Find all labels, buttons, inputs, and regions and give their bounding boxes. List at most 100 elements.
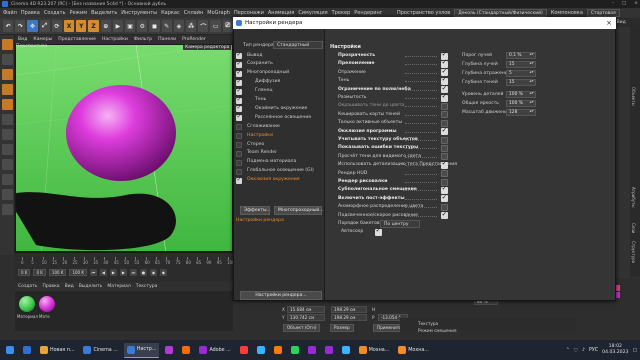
render-settings-button[interactable]: Настройки рендера... — [240, 291, 322, 300]
scale-icon[interactable]: ⤢ — [39, 20, 50, 32]
menu-tools[interactable]: Инструменты — [121, 10, 157, 16]
preview-end-field[interactable]: 100 K — [69, 268, 87, 276]
chevron-up-icon[interactable]: ⌃ — [566, 348, 570, 353]
stepper-icon[interactable]: ▴▾ — [528, 70, 535, 77]
viewport-menu-panel[interactable]: Панели — [158, 37, 176, 42]
snap-icon[interactable] — [1, 129, 13, 140]
subdivision-icon[interactable]: ◈ — [173, 20, 185, 32]
render-list-checkbox[interactable] — [236, 150, 242, 157]
prev-key-icon[interactable]: ◀ — [99, 268, 107, 276]
render-list-checkbox[interactable] — [236, 159, 242, 166]
render-list-item[interactable]: Подмена материала — [247, 159, 296, 164]
render-list-item[interactable]: Многопроходный — [247, 70, 289, 75]
menu-simulate[interactable]: Симуляция — [298, 10, 327, 16]
viewport-menu-display[interactable]: Представление — [58, 37, 96, 42]
renderer-select[interactable]: Стандартный — [273, 41, 323, 49]
render-list-item[interactable]: Настройки — [247, 133, 273, 138]
first-frame-icon[interactable]: ⏮ — [89, 268, 97, 276]
render-list-checkbox[interactable] — [236, 51, 242, 59]
floor-icon[interactable]: ▭ — [210, 20, 221, 32]
minimize-icon[interactable]: – — [612, 0, 614, 8]
axis-z-button[interactable]: Z — [88, 20, 99, 32]
render-list-checkbox[interactable] — [236, 78, 242, 86]
render-list-checkbox[interactable] — [236, 87, 242, 95]
language-indicator[interactable]: РУС — [589, 348, 598, 353]
viewport-menu-cameras[interactable]: Камеры — [33, 37, 52, 42]
dialog-title-bar[interactable]: Настройки рендера × — [233, 17, 616, 29]
record-icon[interactable]: ● — [139, 268, 147, 276]
axis-x-button[interactable]: X — [64, 20, 75, 32]
model-mode-icon[interactable] — [1, 39, 13, 50]
render-list-checkbox[interactable] — [236, 60, 242, 68]
magenta-sphere[interactable] — [66, 85, 176, 181]
workplane-icon[interactable] — [1, 144, 13, 155]
render-list-checkbox[interactable] — [236, 104, 242, 113]
menu-create[interactable]: Создать — [44, 10, 66, 16]
render-preset-item[interactable]: Настройки рендера — [236, 218, 284, 223]
menu-select[interactable]: Выделить — [91, 10, 117, 16]
notification-icon[interactable]: ▢ — [632, 348, 637, 353]
render-list-item[interactable]: Окклюзия окружения — [247, 177, 300, 182]
taskbar-app[interactable]: Новая п... — [37, 343, 77, 358]
node-space-label[interactable]: Пространство узлов — [397, 10, 450, 16]
axis-mode-icon[interactable] — [1, 114, 13, 125]
coordinate-system-icon[interactable]: ⊕ — [100, 20, 111, 32]
last-frame-icon[interactable]: ⏭ — [129, 268, 137, 276]
edges-mode-icon[interactable] — [1, 84, 13, 95]
option-checkbox[interactable] — [441, 111, 448, 119]
render-list-item[interactable]: Диффузия — [255, 79, 280, 84]
multipass-button[interactable]: Многопроходный... — [274, 206, 324, 215]
render-list-item[interactable]: Окаймить окружение — [255, 106, 308, 111]
end-frame-field[interactable]: 100 K — [48, 268, 67, 276]
pen-icon[interactable]: ✎ — [161, 20, 172, 32]
viewport[interactable] — [15, 44, 233, 252]
rotate-icon[interactable]: ⟳ — [51, 20, 63, 32]
effects-button[interactable]: Эффекты... — [240, 206, 271, 215]
start-button[interactable] — [3, 343, 17, 358]
render-list-checkbox[interactable] — [236, 113, 242, 122]
render-list-checkbox[interactable] — [236, 69, 242, 77]
option-checkbox[interactable] — [441, 126, 448, 136]
taskbar-app[interactable] — [254, 343, 268, 358]
render-list-checkbox[interactable] — [236, 176, 242, 184]
viewport-menu-filter[interactable]: Фильтр — [134, 37, 152, 42]
clock[interactable]: 18:02 04.03.2023 — [602, 344, 628, 356]
solo-icon[interactable] — [1, 159, 13, 170]
undo-icon[interactable]: ↶ — [3, 20, 14, 32]
mat-menu-create[interactable]: Создать — [18, 284, 37, 289]
axis-y-button[interactable]: Y — [76, 20, 87, 32]
viewport-menu-options[interactable]: Настройки — [102, 37, 128, 42]
render-icon[interactable]: ▣ — [125, 20, 136, 32]
mat-menu-texture[interactable]: Текстура — [136, 284, 158, 289]
option-checkbox[interactable] — [441, 136, 448, 144]
texture-mode-icon[interactable] — [1, 54, 13, 65]
volume-icon[interactable]: ♪ — [582, 348, 585, 353]
side-tab-layers[interactable]: Слои — [631, 223, 636, 233]
layout-label[interactable]: Компоновка — [551, 10, 583, 16]
menu-animate[interactable]: Анимация — [268, 10, 294, 16]
cube-icon[interactable]: ◼ — [149, 20, 160, 32]
menu-render[interactable]: Рендеринг — [354, 10, 382, 16]
network-icon[interactable]: ◌ — [574, 348, 578, 353]
camera-icon[interactable]: ⎚ — [222, 20, 233, 32]
render-list-checkbox[interactable] — [236, 142, 242, 148]
side-tab-attributes[interactable]: Атрибуты — [631, 187, 636, 208]
option-checkbox[interactable] — [441, 193, 448, 203]
current-frame-field[interactable]: 0 K — [18, 268, 31, 276]
option-checkbox[interactable] — [441, 102, 448, 110]
autokey-icon[interactable]: ◉ — [149, 268, 157, 276]
render-view-icon[interactable]: ▶ — [112, 20, 124, 32]
option-checkbox[interactable] — [441, 170, 448, 178]
bucket-order-select[interactable]: По центру — [380, 220, 420, 228]
side-tab-objects[interactable]: Объекты — [631, 87, 636, 106]
option-checkbox[interactable] — [441, 144, 448, 152]
viewport-menu-view[interactable]: Вид — [18, 37, 27, 42]
taskbar-app[interactable] — [271, 343, 285, 358]
play-icon[interactable]: ▶ — [109, 268, 117, 276]
autosave-checkbox[interactable] — [375, 226, 382, 236]
taskbar-app[interactable] — [339, 343, 353, 358]
option-checkbox[interactable] — [441, 92, 448, 102]
taskbar-app[interactable] — [162, 343, 176, 358]
option-checkbox[interactable] — [441, 159, 448, 169]
taskbar-app[interactable] — [20, 343, 34, 358]
